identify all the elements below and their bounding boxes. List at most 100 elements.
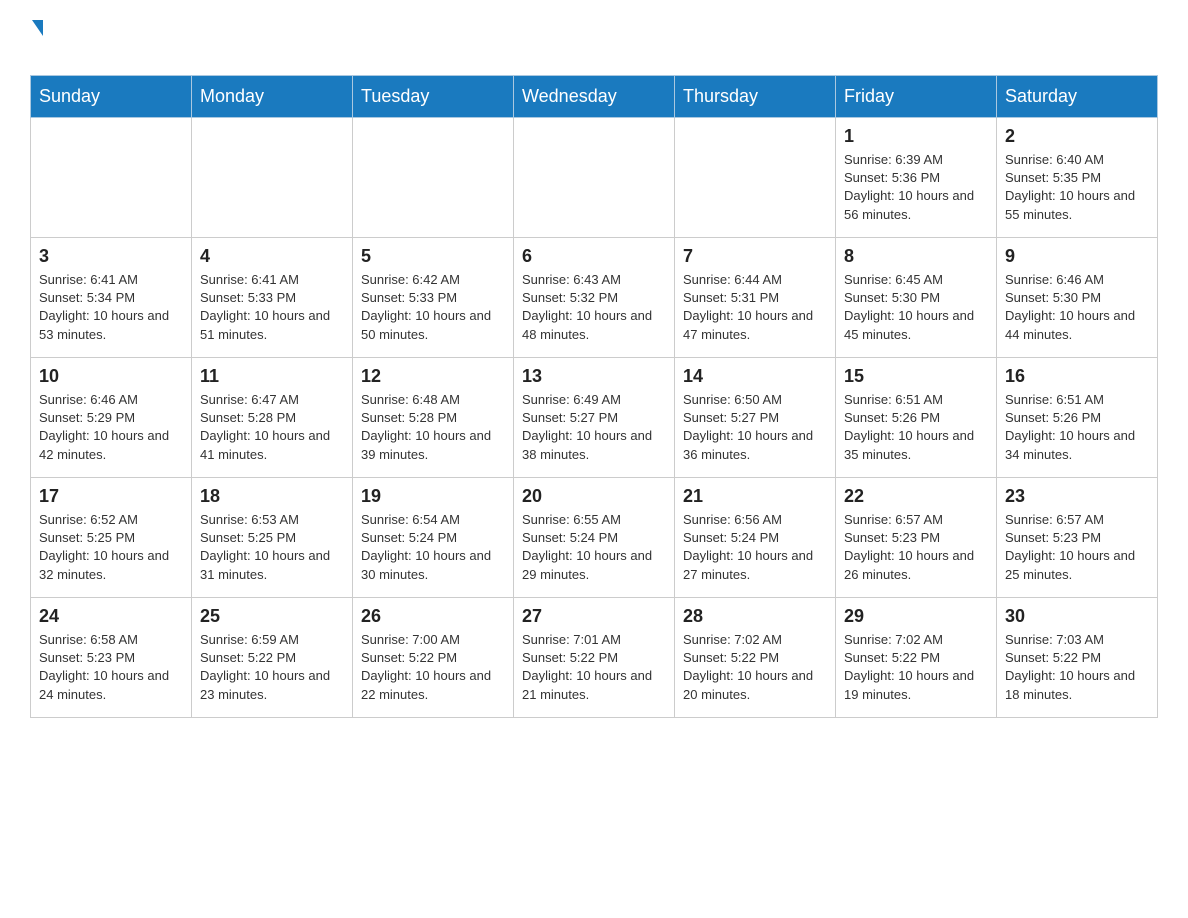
day-number: 9 [1005, 246, 1149, 267]
day-info: Sunrise: 7:02 AM Sunset: 5:22 PM Dayligh… [844, 631, 988, 704]
calendar-cell: 25 Sunrise: 6:59 AM Sunset: 5:22 PM Dayli… [192, 598, 353, 718]
week-row-4: 17 Sunrise: 6:52 AM Sunset: 5:25 PM Dayli… [31, 478, 1158, 598]
day-info: Sunrise: 6:42 AM Sunset: 5:33 PM Dayligh… [361, 271, 505, 344]
weekday-friday: Friday [836, 76, 997, 118]
day-info: Sunrise: 6:52 AM Sunset: 5:25 PM Dayligh… [39, 511, 183, 584]
day-number: 30 [1005, 606, 1149, 627]
day-info: Sunrise: 6:57 AM Sunset: 5:23 PM Dayligh… [844, 511, 988, 584]
weekday-thursday: Thursday [675, 76, 836, 118]
day-info: Sunrise: 6:55 AM Sunset: 5:24 PM Dayligh… [522, 511, 666, 584]
page-header [30, 20, 1158, 65]
day-info: Sunrise: 6:41 AM Sunset: 5:33 PM Dayligh… [200, 271, 344, 344]
calendar-cell [514, 118, 675, 238]
calendar-cell [353, 118, 514, 238]
calendar-cell: 8Sunrise: 6:45 AM Sunset: 5:30 PM Daylig… [836, 238, 997, 358]
day-info: Sunrise: 6:47 AM Sunset: 5:28 PM Dayligh… [200, 391, 344, 464]
day-number: 19 [361, 486, 505, 507]
calendar-cell: 19 Sunrise: 6:54 AM Sunset: 5:24 PM Dayli… [353, 478, 514, 598]
calendar-cell: 22 Sunrise: 6:57 AM Sunset: 5:23 PM Dayli… [836, 478, 997, 598]
day-info: Sunrise: 6:48 AM Sunset: 5:28 PM Dayligh… [361, 391, 505, 464]
calendar-cell: 10Sunrise: 6:46 AM Sunset: 5:29 PM Dayli… [31, 358, 192, 478]
day-number: 11 [200, 366, 344, 387]
logo [30, 20, 43, 65]
weekday-wednesday: Wednesday [514, 76, 675, 118]
calendar-body: 1 Sunrise: 6:39 AM Sunset: 5:36 PM Daylig… [31, 118, 1158, 718]
day-number: 14 [683, 366, 827, 387]
calendar-header: SundayMondayTuesdayWednesdayThursdayFrid… [31, 76, 1158, 118]
day-number: 17 [39, 486, 183, 507]
day-number: 2 [1005, 126, 1149, 147]
day-number: 6 [522, 246, 666, 267]
week-row-1: 1 Sunrise: 6:39 AM Sunset: 5:36 PM Daylig… [31, 118, 1158, 238]
weekday-tuesday: Tuesday [353, 76, 514, 118]
calendar-cell: 27 Sunrise: 7:01 AM Sunset: 5:22 PM Dayli… [514, 598, 675, 718]
calendar-table: SundayMondayTuesdayWednesdayThursdayFrid… [30, 75, 1158, 718]
day-number: 15 [844, 366, 988, 387]
day-info: Sunrise: 6:51 AM Sunset: 5:26 PM Dayligh… [844, 391, 988, 464]
day-number: 25 [200, 606, 344, 627]
day-info: Sunrise: 6:54 AM Sunset: 5:24 PM Dayligh… [361, 511, 505, 584]
day-number: 22 [844, 486, 988, 507]
week-row-3: 10Sunrise: 6:46 AM Sunset: 5:29 PM Dayli… [31, 358, 1158, 478]
weekday-saturday: Saturday [997, 76, 1158, 118]
weekday-header-row: SundayMondayTuesdayWednesdayThursdayFrid… [31, 76, 1158, 118]
calendar-cell: 30 Sunrise: 7:03 AM Sunset: 5:22 PM Dayli… [997, 598, 1158, 718]
calendar-cell: 5Sunrise: 6:42 AM Sunset: 5:33 PM Daylig… [353, 238, 514, 358]
day-info: Sunrise: 6:56 AM Sunset: 5:24 PM Dayligh… [683, 511, 827, 584]
day-number: 28 [683, 606, 827, 627]
day-info: Sunrise: 6:59 AM Sunset: 5:22 PM Dayligh… [200, 631, 344, 704]
calendar-cell: 24Sunrise: 6:58 AM Sunset: 5:23 PM Dayli… [31, 598, 192, 718]
day-number: 13 [522, 366, 666, 387]
day-info: Sunrise: 6:40 AM Sunset: 5:35 PM Dayligh… [1005, 151, 1149, 224]
day-number: 18 [200, 486, 344, 507]
calendar-cell: 6Sunrise: 6:43 AM Sunset: 5:32 PM Daylig… [514, 238, 675, 358]
calendar-cell: 16 Sunrise: 6:51 AM Sunset: 5:26 PM Dayli… [997, 358, 1158, 478]
week-row-5: 24Sunrise: 6:58 AM Sunset: 5:23 PM Dayli… [31, 598, 1158, 718]
day-info: Sunrise: 6:51 AM Sunset: 5:26 PM Dayligh… [1005, 391, 1149, 464]
day-number: 12 [361, 366, 505, 387]
day-info: Sunrise: 6:57 AM Sunset: 5:23 PM Dayligh… [1005, 511, 1149, 584]
day-info: Sunrise: 7:03 AM Sunset: 5:22 PM Dayligh… [1005, 631, 1149, 704]
weekday-monday: Monday [192, 76, 353, 118]
weekday-sunday: Sunday [31, 76, 192, 118]
day-info: Sunrise: 6:39 AM Sunset: 5:36 PM Dayligh… [844, 151, 988, 224]
calendar-cell: 14 Sunrise: 6:50 AM Sunset: 5:27 PM Dayli… [675, 358, 836, 478]
day-number: 10 [39, 366, 183, 387]
calendar-cell: 4 Sunrise: 6:41 AM Sunset: 5:33 PM Daylig… [192, 238, 353, 358]
day-info: Sunrise: 6:50 AM Sunset: 5:27 PM Dayligh… [683, 391, 827, 464]
day-info: Sunrise: 6:49 AM Sunset: 5:27 PM Dayligh… [522, 391, 666, 464]
calendar-cell: 7 Sunrise: 6:44 AM Sunset: 5:31 PM Daylig… [675, 238, 836, 358]
calendar-cell [675, 118, 836, 238]
calendar-cell: 11 Sunrise: 6:47 AM Sunset: 5:28 PM Dayli… [192, 358, 353, 478]
calendar-cell [192, 118, 353, 238]
calendar-cell: 20 Sunrise: 6:55 AM Sunset: 5:24 PM Dayli… [514, 478, 675, 598]
calendar-cell: 28Sunrise: 7:02 AM Sunset: 5:22 PM Dayli… [675, 598, 836, 718]
day-number: 29 [844, 606, 988, 627]
calendar-cell: 2 Sunrise: 6:40 AM Sunset: 5:35 PM Daylig… [997, 118, 1158, 238]
calendar-cell: 26Sunrise: 7:00 AM Sunset: 5:22 PM Dayli… [353, 598, 514, 718]
day-number: 27 [522, 606, 666, 627]
day-number: 20 [522, 486, 666, 507]
day-number: 21 [683, 486, 827, 507]
week-row-2: 3Sunrise: 6:41 AM Sunset: 5:34 PM Daylig… [31, 238, 1158, 358]
day-number: 3 [39, 246, 183, 267]
day-info: Sunrise: 6:45 AM Sunset: 5:30 PM Dayligh… [844, 271, 988, 344]
calendar-cell: 23Sunrise: 6:57 AM Sunset: 5:23 PM Dayli… [997, 478, 1158, 598]
calendar-cell: 21 Sunrise: 6:56 AM Sunset: 5:24 PM Dayli… [675, 478, 836, 598]
calendar-cell: 15 Sunrise: 6:51 AM Sunset: 5:26 PM Dayli… [836, 358, 997, 478]
calendar-cell: 12 Sunrise: 6:48 AM Sunset: 5:28 PM Dayli… [353, 358, 514, 478]
day-number: 7 [683, 246, 827, 267]
day-number: 4 [200, 246, 344, 267]
day-number: 26 [361, 606, 505, 627]
calendar-cell: 17 Sunrise: 6:52 AM Sunset: 5:25 PM Dayli… [31, 478, 192, 598]
day-number: 24 [39, 606, 183, 627]
calendar-cell: 29 Sunrise: 7:02 AM Sunset: 5:22 PM Dayli… [836, 598, 997, 718]
calendar-cell: 9 Sunrise: 6:46 AM Sunset: 5:30 PM Daylig… [997, 238, 1158, 358]
day-number: 16 [1005, 366, 1149, 387]
day-info: Sunrise: 7:01 AM Sunset: 5:22 PM Dayligh… [522, 631, 666, 704]
day-info: Sunrise: 6:46 AM Sunset: 5:30 PM Dayligh… [1005, 271, 1149, 344]
day-number: 1 [844, 126, 988, 147]
day-info: Sunrise: 6:44 AM Sunset: 5:31 PM Dayligh… [683, 271, 827, 344]
calendar-cell: 1 Sunrise: 6:39 AM Sunset: 5:36 PM Daylig… [836, 118, 997, 238]
calendar-cell: 13 Sunrise: 6:49 AM Sunset: 5:27 PM Dayli… [514, 358, 675, 478]
